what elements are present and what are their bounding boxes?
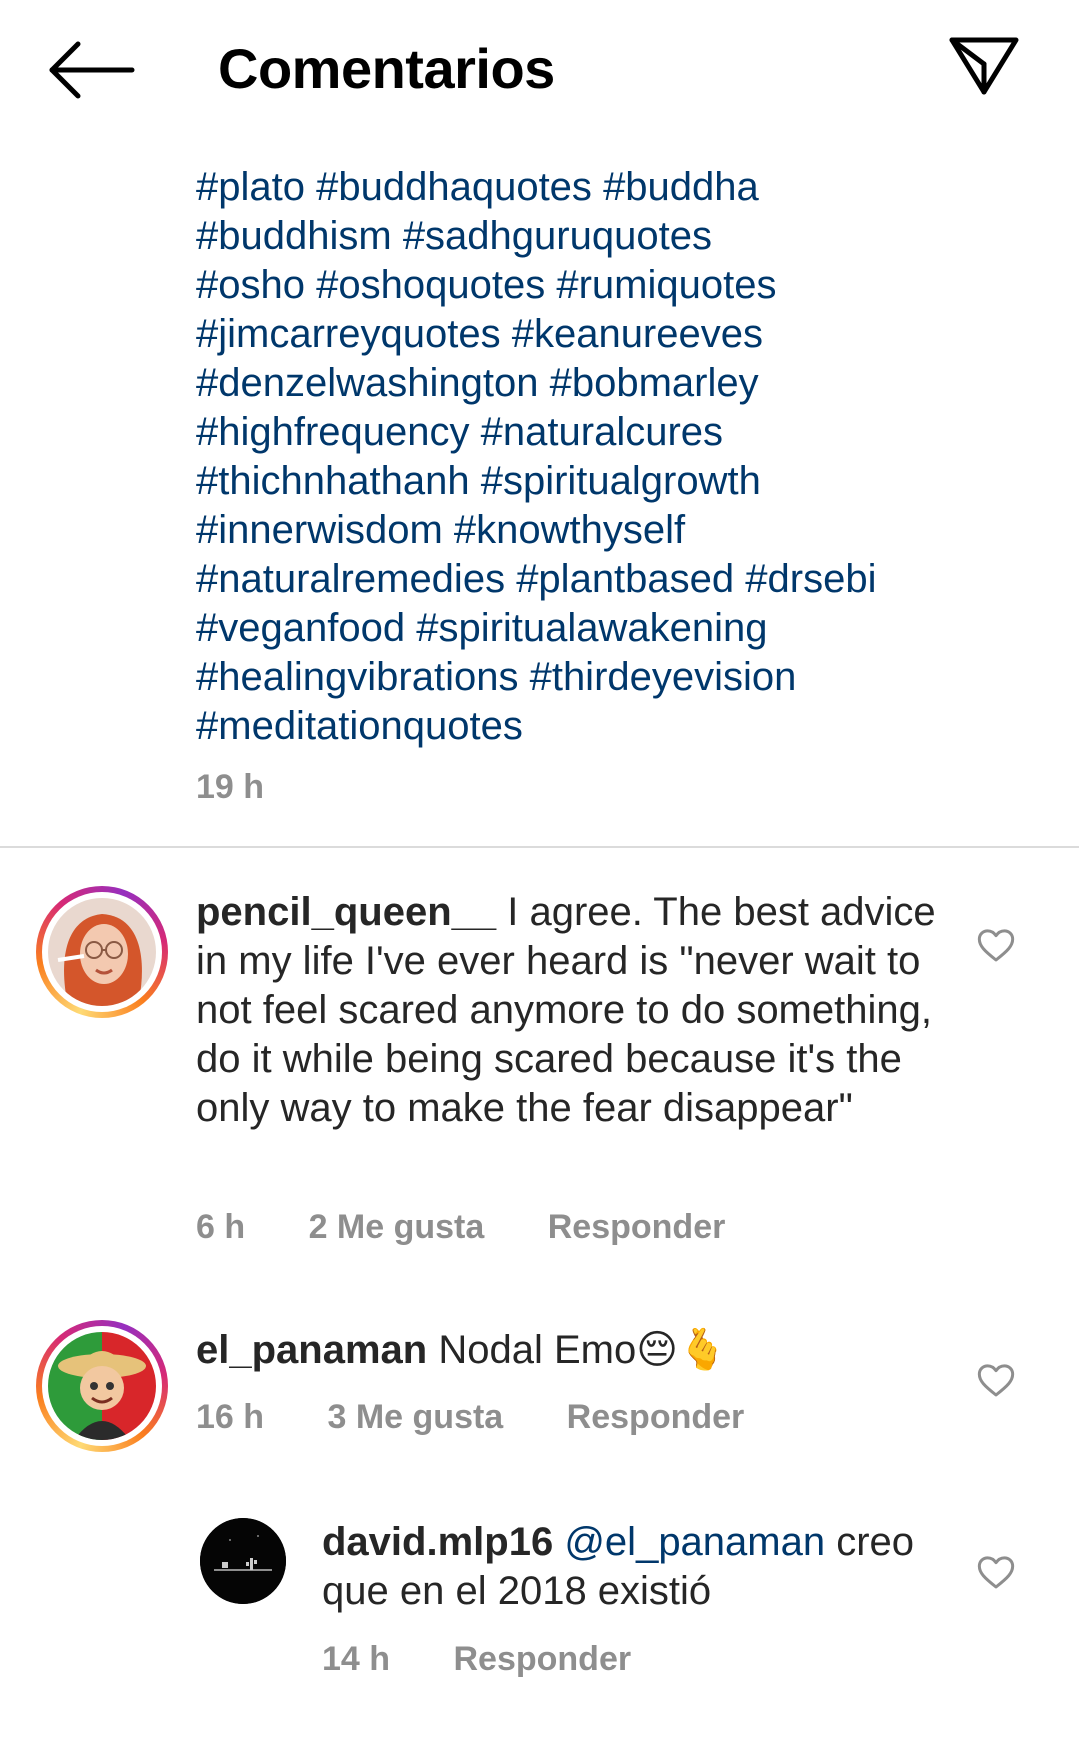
comment-timestamp: 6 h bbox=[196, 1208, 246, 1246]
comment-text: Nodal Emo😔🫰 bbox=[438, 1328, 728, 1372]
user-portrait-icon bbox=[48, 898, 156, 1006]
avatar-el-panaman[interactable] bbox=[36, 1320, 168, 1452]
divider bbox=[0, 846, 1079, 848]
heart-outline-icon bbox=[977, 1556, 1015, 1589]
hashtag-link[interactable]: #osho bbox=[196, 263, 305, 307]
comment-username[interactable]: el_panaman bbox=[196, 1328, 427, 1372]
hashtag-link[interactable]: #oshoquotes bbox=[316, 263, 545, 307]
back-button[interactable] bbox=[40, 35, 140, 105]
like-button[interactable] bbox=[976, 1360, 1016, 1400]
reply-button[interactable]: Responder bbox=[548, 1208, 726, 1246]
hashtag-link[interactable]: #drsebi bbox=[745, 557, 876, 601]
night-desert-icon bbox=[200, 1518, 286, 1604]
comment-username[interactable]: pencil_queen__ bbox=[196, 890, 496, 934]
hashtag-link[interactable]: #rumiquotes bbox=[556, 263, 776, 307]
hashtag-link[interactable]: #innerwisdom bbox=[196, 508, 443, 552]
hashtag-link[interactable]: #naturalcures bbox=[481, 410, 723, 454]
like-button[interactable] bbox=[976, 1552, 1016, 1592]
hashtag-link[interactable]: #buddha bbox=[603, 165, 759, 209]
avatar-david-mlp16[interactable] bbox=[200, 1518, 286, 1604]
reply-button[interactable]: Responder bbox=[567, 1398, 745, 1436]
avatar-image bbox=[48, 898, 156, 1006]
paper-plane-icon bbox=[949, 37, 1019, 95]
hashtag-link[interactable]: #denzelwashington bbox=[196, 361, 538, 405]
likes-count[interactable]: 2 Me gusta bbox=[309, 1208, 485, 1246]
comment-meta: 14 h Responder bbox=[322, 1640, 631, 1679]
post-caption: #plato #buddhaquotes #buddha #buddhism #… bbox=[196, 163, 996, 751]
heart-outline-icon bbox=[977, 1364, 1015, 1397]
hashtag-link[interactable]: #thirdeyevision bbox=[530, 655, 797, 699]
hashtag-link[interactable]: #spiritualawakening bbox=[416, 606, 767, 650]
hashtag-link[interactable]: #plato bbox=[196, 165, 305, 209]
comment-timestamp: 14 h bbox=[322, 1640, 391, 1678]
reply-body: david.mlp16 @el_panaman creo que en el 2… bbox=[322, 1518, 942, 1616]
hashtag-link[interactable]: #healingvibrations bbox=[196, 655, 518, 699]
comment-body: pencil_queen__ I agree. The best advice … bbox=[196, 888, 936, 1133]
share-button[interactable] bbox=[944, 30, 1024, 110]
cartoon-cowboy-icon bbox=[48, 1332, 156, 1440]
hashtag-link[interactable]: #sadhguruquotes bbox=[403, 214, 712, 258]
heart-outline-icon bbox=[977, 929, 1015, 962]
hashtag-link[interactable]: #thichnhathanh bbox=[196, 459, 470, 503]
hashtag-link[interactable]: #naturalremedies bbox=[196, 557, 505, 601]
caption-timestamp: 19 h bbox=[196, 768, 265, 806]
hashtag-link[interactable]: #buddhaquotes bbox=[316, 165, 592, 209]
hashtag-link[interactable]: #jimcarreyquotes bbox=[196, 312, 501, 356]
page-title: Comentarios bbox=[218, 37, 555, 100]
caption-hashtags: #plato #buddhaquotes #buddha #buddhism #… bbox=[196, 163, 996, 751]
arrow-left-icon bbox=[49, 41, 135, 99]
hashtag-link[interactable]: #veganfood bbox=[196, 606, 405, 650]
likes-count[interactable]: 3 Me gusta bbox=[328, 1398, 504, 1436]
hashtag-link[interactable]: #buddhism bbox=[196, 214, 392, 258]
comment-body: el_panaman Nodal Emo😔🫰 bbox=[196, 1326, 936, 1375]
reply-button[interactable]: Responder bbox=[454, 1640, 632, 1678]
hashtag-link[interactable]: #knowthyself bbox=[454, 508, 685, 552]
avatar-pencil-queen[interactable] bbox=[36, 886, 168, 1018]
hashtag-link[interactable]: #keanureeves bbox=[512, 312, 763, 356]
hashtag-link[interactable]: #meditationquotes bbox=[196, 704, 523, 748]
mention-link[interactable]: @el_panaman bbox=[564, 1520, 825, 1564]
comment-timestamp: 16 h bbox=[196, 1398, 265, 1436]
like-button[interactable] bbox=[976, 925, 1016, 965]
hashtag-link[interactable]: #spiritualgrowth bbox=[481, 459, 761, 503]
avatar-image bbox=[48, 1332, 156, 1440]
comment-meta: 6 h 2 Me gusta Responder bbox=[196, 1208, 725, 1247]
header-bar: Comentarios bbox=[0, 0, 1079, 140]
comment-username[interactable]: david.mlp16 bbox=[322, 1520, 553, 1564]
hashtag-link[interactable]: #plantbased bbox=[516, 557, 734, 601]
hashtag-link[interactable]: #bobmarley bbox=[550, 361, 759, 405]
hashtag-link[interactable]: #highfrequency bbox=[196, 410, 470, 454]
comment-meta: 16 h 3 Me gusta Responder bbox=[196, 1398, 744, 1437]
